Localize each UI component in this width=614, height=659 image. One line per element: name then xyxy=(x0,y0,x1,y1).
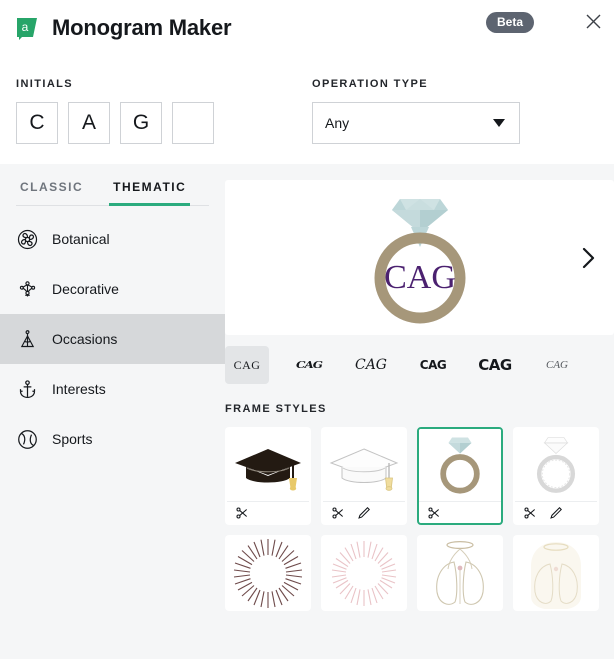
sunburst-pink-icon xyxy=(323,537,405,609)
operation-type-field-group: OPERATION TYPE Any xyxy=(312,78,520,144)
initial-input-1[interactable]: C xyxy=(16,102,58,144)
frame-card-sunburst-dark[interactable] xyxy=(225,535,311,611)
font-chip-6[interactable]: CAG xyxy=(535,346,579,384)
tab-thematic[interactable]: THEMATIC xyxy=(109,174,191,206)
controls-row: INITIALS C A G OPERATION TYPE Any xyxy=(0,56,614,164)
scissors-icon[interactable] xyxy=(331,506,345,520)
scissors-icon[interactable] xyxy=(523,506,537,520)
scissors-icon[interactable] xyxy=(235,506,249,520)
anchor-icon xyxy=(16,378,38,400)
initials-field-group: INITIALS C A G xyxy=(16,78,312,144)
frame-card-tools xyxy=(419,501,501,523)
diamond-ring-icon: CAG xyxy=(374,199,465,324)
initials-label: INITIALS xyxy=(16,78,74,90)
initials-inputs: C A G xyxy=(16,102,312,144)
frame-card-tools xyxy=(323,501,405,523)
baseball-icon xyxy=(16,428,38,450)
font-chip-3[interactable]: CAG xyxy=(349,346,393,384)
operation-type-value: Any xyxy=(325,115,350,131)
speech-bubble-a-logo-icon: a xyxy=(14,15,40,41)
tab-classic[interactable]: CLASSIC xyxy=(16,174,87,206)
font-chip-4[interactable]: CAG xyxy=(411,346,455,384)
sidebar-tabs: CLASSIC THEMATIC xyxy=(16,174,209,206)
frame-card-angel-wings[interactable] xyxy=(417,535,503,611)
sidebar-item-label: Sports xyxy=(52,431,93,447)
preview-monogram-text: CAG xyxy=(384,259,456,296)
frame-card-grad-cap-filled[interactable] xyxy=(225,427,311,525)
pen-icon[interactable] xyxy=(357,506,371,520)
font-style-chips: CAG CAG CAG CAG CAG CAG C xyxy=(225,343,614,387)
chevron-right-icon[interactable] xyxy=(578,244,600,272)
sidebar-item-label: Occasions xyxy=(52,331,118,347)
diamond-ring-icon xyxy=(419,429,501,501)
frame-card-tools xyxy=(227,501,309,523)
sidebar-item-botanical[interactable]: Botanical xyxy=(0,214,225,264)
font-chip-1[interactable]: CAG xyxy=(225,346,269,384)
party-hat-icon xyxy=(16,328,38,350)
sidebar-item-label: Botanical xyxy=(52,231,110,247)
svg-text:a: a xyxy=(22,20,29,34)
ring-outline-icon xyxy=(515,429,597,501)
font-chip-7[interactable]: C xyxy=(597,346,614,384)
ornament-icon xyxy=(16,278,38,300)
operation-type-select[interactable]: Any xyxy=(312,102,520,144)
sunburst-dark-icon xyxy=(227,537,309,609)
scissors-icon[interactable] xyxy=(427,506,441,520)
close-icon[interactable] xyxy=(580,8,606,34)
initial-input-3[interactable]: G xyxy=(120,102,162,144)
frame-styles-grid xyxy=(225,427,614,611)
chevron-down-icon xyxy=(493,119,505,127)
pen-icon[interactable] xyxy=(549,506,563,520)
initial-input-2[interactable]: A xyxy=(68,102,110,144)
main-body: CLASSIC THEMATIC Botanical Decorative Oc… xyxy=(0,164,614,659)
frame-styles-title: FRAME STYLES xyxy=(225,403,327,415)
frame-card-grad-cap-outline[interactable] xyxy=(321,427,407,525)
sidebar-item-label: Interests xyxy=(52,381,106,397)
sidebar-item-occasions[interactable]: Occasions xyxy=(0,314,225,364)
app-header: a Monogram Maker Beta xyxy=(0,0,614,56)
grad-cap-filled-icon xyxy=(227,429,309,501)
sidebar-item-interests[interactable]: Interests xyxy=(0,364,225,414)
status-badge: Beta xyxy=(485,12,534,33)
sidebar-item-decorative[interactable]: Decorative xyxy=(0,264,225,314)
angel-wings-pale-icon xyxy=(515,537,597,609)
frame-card-diamond-ring[interactable] xyxy=(417,427,503,525)
sidebar-item-sports[interactable]: Sports xyxy=(0,414,225,464)
operation-type-label: OPERATION TYPE xyxy=(312,78,428,90)
monogram-preview: CAG xyxy=(225,180,614,335)
frame-card-tools xyxy=(515,501,597,523)
font-chip-2[interactable]: CAG xyxy=(287,350,331,380)
frame-card-sunburst-pink[interactable] xyxy=(321,535,407,611)
flower-icon xyxy=(16,228,38,250)
angel-wings-icon xyxy=(419,537,501,609)
frame-card-angel-wings-pale[interactable] xyxy=(513,535,599,611)
sidebar: CLASSIC THEMATIC Botanical Decorative Oc… xyxy=(0,164,225,659)
font-chip-5[interactable]: CAG xyxy=(473,346,517,384)
content-panel: CAG CAG CAG CAG CAG CAG CAG C FRAME STYL… xyxy=(225,164,614,659)
page-title: Monogram Maker xyxy=(52,15,232,40)
sidebar-item-label: Decorative xyxy=(52,281,119,297)
grad-cap-outline-icon xyxy=(323,429,405,501)
frame-card-ring-outline[interactable] xyxy=(513,427,599,525)
initial-input-4[interactable] xyxy=(172,102,214,144)
category-list: Botanical Decorative Occasions Interests… xyxy=(0,214,225,464)
